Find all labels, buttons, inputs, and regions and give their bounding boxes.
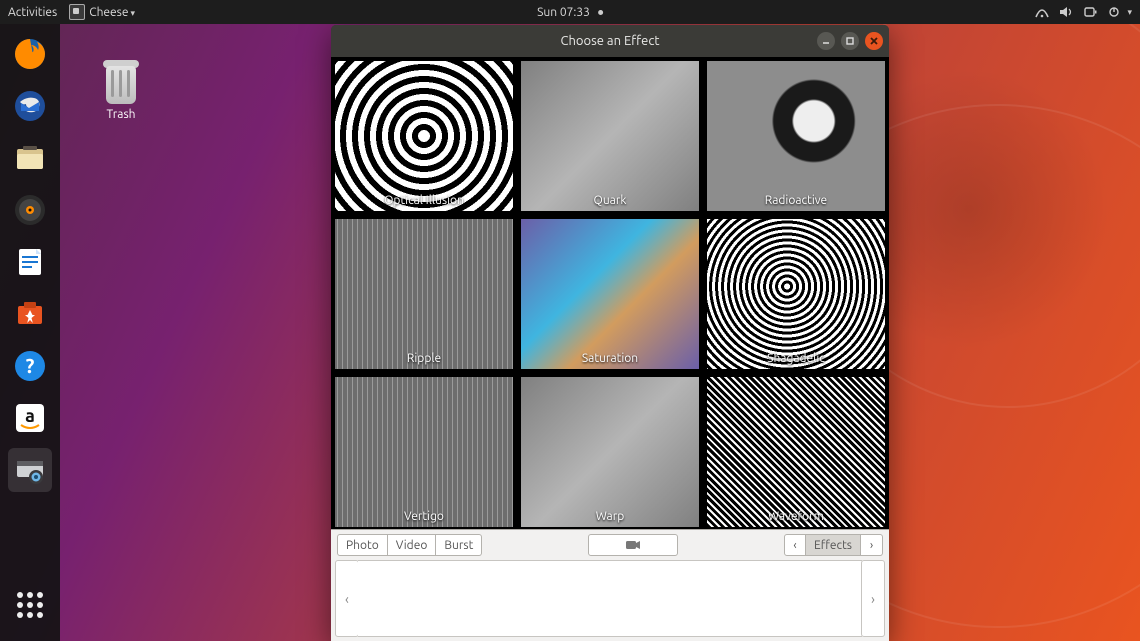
effect-quark[interactable]: Quark (521, 61, 699, 211)
mode-burst-button[interactable]: Burst (436, 534, 482, 556)
window-close-button[interactable] (865, 32, 883, 50)
effect-thumbnail (335, 219, 513, 369)
mode-video-button[interactable]: Video (388, 534, 437, 556)
dock-ubuntu-software[interactable] (8, 292, 52, 336)
effect-thumbnail (707, 377, 885, 527)
effect-thumbnail (707, 219, 885, 369)
effect-label: Vertigo (404, 507, 444, 527)
effects-toggle-button[interactable]: Effects (806, 534, 861, 556)
clock[interactable]: Sun 07:33 (537, 6, 603, 19)
window-titlebar[interactable]: Choose an Effect (331, 25, 889, 57)
trash-icon (99, 56, 143, 104)
effect-label: Waveform (768, 507, 824, 527)
power-icon[interactable] (1107, 6, 1121, 18)
trash-label: Trash (86, 108, 156, 121)
gnome-top-panel: Activities Cheese Sun 07:33 ▾ (0, 0, 1140, 24)
effect-thumbnail (521, 377, 699, 527)
effects-next-button[interactable]: › (861, 534, 883, 556)
dock-rhythmbox[interactable] (8, 188, 52, 232)
effect-label: Ripple (407, 349, 441, 369)
window-maximize-button[interactable] (841, 32, 859, 50)
effect-ripple[interactable]: Ripple (335, 219, 513, 369)
activities-button[interactable]: Activities (8, 6, 57, 19)
dock-libreoffice-writer[interactable] (8, 240, 52, 284)
cheese-app-icon (69, 4, 85, 20)
effect-thumbnail (335, 61, 513, 211)
app-menu-label: Cheese (89, 6, 135, 19)
effect-label: Quark (594, 191, 627, 211)
svg-text:?: ? (26, 354, 35, 377)
notification-dot-icon (598, 10, 603, 15)
system-menu-chevron-icon[interactable]: ▾ (1127, 7, 1132, 18)
window-title: Choose an Effect (561, 34, 660, 48)
effect-warp[interactable]: Warp (521, 377, 699, 527)
shutter-button[interactable] (588, 534, 678, 556)
effects-pager: ‹ Effects › (784, 534, 883, 556)
svg-text:a: a (25, 406, 35, 426)
effect-vertigo[interactable]: Vertigo (335, 377, 513, 527)
cheese-window: Choose an Effect Optical Illusion Quark (331, 25, 889, 641)
effect-thumbnail (335, 377, 513, 527)
effect-shagadelic[interactable]: Shagadelic (707, 219, 885, 369)
effect-optical-illusion[interactable]: Optical Illusion (335, 61, 513, 211)
chevron-left-icon: ‹ (345, 591, 349, 607)
mode-photo-button[interactable]: Photo (337, 534, 388, 556)
effect-label: Shagadelic (767, 349, 825, 369)
effect-waveform[interactable]: Waveform (707, 377, 885, 527)
effect-thumbnail (521, 61, 699, 211)
effect-saturation[interactable]: Saturation (521, 219, 699, 369)
effects-prev-button[interactable]: ‹ (784, 534, 806, 556)
filmstrip-prev-button[interactable]: ‹ (335, 560, 359, 637)
chevron-right-icon: › (871, 591, 875, 607)
chevron-right-icon: › (870, 539, 873, 552)
filmstrip: ‹ › (331, 560, 889, 641)
effect-thumbnail (521, 219, 699, 369)
effects-grid-area: Optical Illusion Quark Radioactive Rippl… (331, 57, 889, 529)
window-minimize-button[interactable] (817, 32, 835, 50)
dock-files[interactable] (8, 136, 52, 180)
cheese-toolbar: Photo Video Burst ‹ Effects › (331, 529, 889, 560)
dock-thunderbird[interactable] (8, 84, 52, 128)
clock-label: Sun 07:33 (537, 6, 590, 19)
dock: ? a (0, 24, 60, 641)
camera-icon (625, 539, 641, 551)
filmstrip-next-button[interactable]: › (861, 560, 885, 637)
volume-icon[interactable] (1059, 6, 1073, 18)
dock-cheese[interactable] (8, 448, 52, 492)
battery-or-lock-icon[interactable] (1083, 6, 1097, 18)
trash-desktop-icon[interactable]: Trash (86, 56, 156, 121)
dock-firefox[interactable] (8, 32, 52, 76)
effect-label: Radioactive (765, 191, 827, 211)
app-menu[interactable]: Cheese (69, 4, 135, 20)
effect-label: Warp (596, 507, 625, 527)
effect-label: Saturation (582, 349, 638, 369)
effect-label: Optical Illusion (384, 191, 464, 211)
effect-thumbnail (707, 61, 885, 211)
effect-radioactive[interactable]: Radioactive (707, 61, 885, 211)
dock-help[interactable]: ? (8, 344, 52, 388)
mode-switcher: Photo Video Burst (337, 534, 482, 556)
chevron-left-icon: ‹ (793, 539, 796, 552)
filmstrip-body[interactable] (358, 560, 862, 637)
network-icon[interactable] (1035, 6, 1049, 18)
dock-amazon[interactable]: a (8, 396, 52, 440)
show-applications-button[interactable] (8, 583, 52, 627)
